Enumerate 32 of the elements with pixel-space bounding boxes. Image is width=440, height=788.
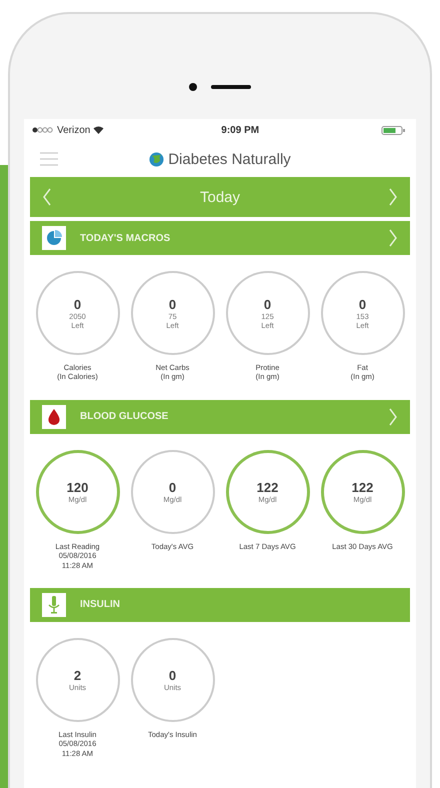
section-header[interactable]: INSULIN	[30, 588, 410, 622]
stat-value: 0	[358, 296, 366, 312]
camera-icon	[189, 82, 197, 90]
globe-logo-icon	[149, 152, 164, 166]
wifi-icon	[93, 126, 104, 134]
status-time: 9:09 PM	[221, 124, 260, 136]
section-title: BLOOD GLUCOSE	[80, 411, 170, 422]
blood-drop-icon	[48, 408, 60, 425]
section-title: INSULIN	[80, 599, 121, 610]
date-label: Today	[200, 188, 240, 206]
stat-value: 122	[256, 480, 278, 495]
section-title: TODAY'S MACROS	[80, 232, 172, 244]
chevron-right-icon[interactable]	[388, 229, 398, 247]
pie-chart-icon	[46, 230, 62, 246]
stat-value: 0	[74, 296, 82, 312]
chevron-right-icon[interactable]	[388, 408, 398, 426]
menu-icon[interactable]	[40, 152, 58, 166]
app-title: Diabetes Naturally	[168, 150, 291, 168]
stat-value: 120	[66, 480, 88, 495]
chevron-right-icon[interactable]	[388, 188, 398, 206]
carrier-name: Verizon	[57, 124, 90, 136]
chevron-left-icon[interactable]	[42, 188, 52, 206]
section-header[interactable]: TODAY'S MACROS	[30, 221, 410, 255]
stat-value: 0	[168, 480, 176, 495]
stat-value: 2	[74, 668, 82, 683]
section-header[interactable]: BLOOD GLUCOSE	[30, 400, 410, 434]
signal-icon	[32, 127, 54, 133]
speaker-icon	[211, 84, 251, 88]
stat-value: 0	[168, 668, 176, 683]
stat-value: 0	[168, 296, 176, 312]
stat-value: 122	[352, 480, 374, 495]
stat-value: 0	[264, 296, 272, 312]
